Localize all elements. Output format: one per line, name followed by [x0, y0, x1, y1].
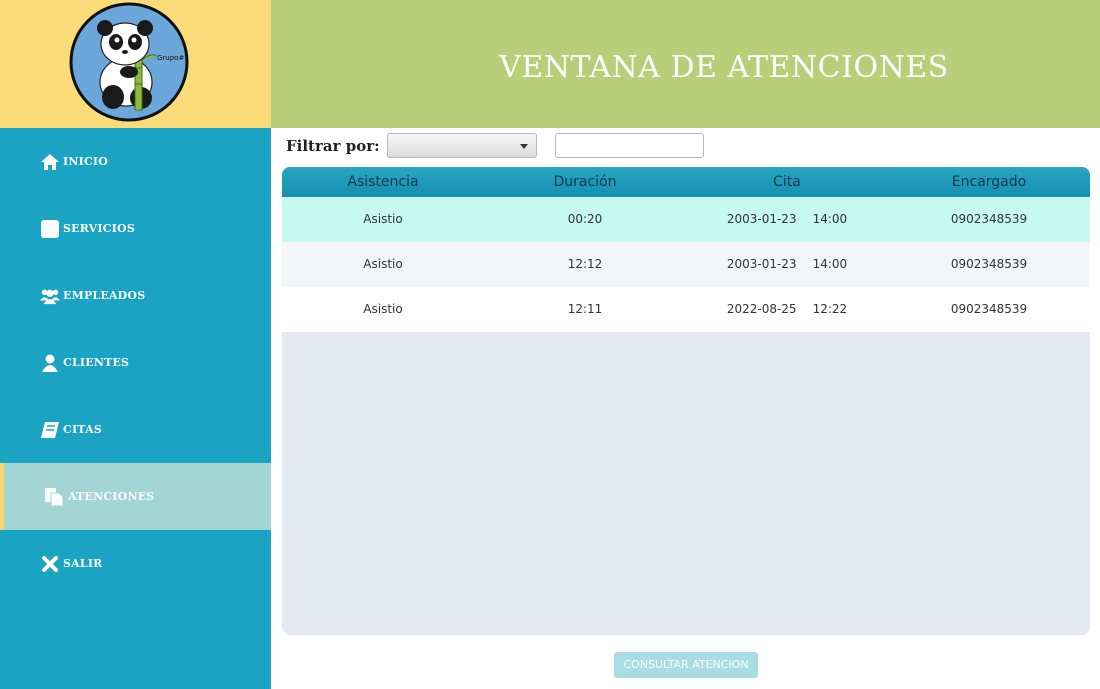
- panda-logo: Grupo#1: [69, 2, 189, 122]
- sidebar-item-label: EMPLEADOS: [63, 289, 146, 302]
- sidebar-item-label: CITAS: [63, 423, 102, 436]
- filter-label: Filtrar por:: [286, 137, 380, 155]
- cell-duracion: 12:12: [567, 257, 603, 271]
- cell-asistencia: Asistio: [363, 302, 403, 316]
- cita-fecha: 2003-01-23: [726, 212, 797, 226]
- sidebar-item-servicios[interactable]: SERVICIOS: [0, 195, 271, 262]
- filter-input[interactable]: [555, 133, 704, 158]
- atenciones-table: Asistencia Duración Cita Encargado Asist…: [282, 167, 1090, 635]
- page-title: VENTANA DE ATENCIONES: [499, 50, 949, 85]
- cita-hora: 12:22: [812, 302, 848, 316]
- user-icon: [40, 353, 60, 373]
- sidebar-item-label: INICIO: [63, 155, 109, 168]
- users-icon: [40, 286, 60, 306]
- consultar-atencion-button[interactable]: CONSULTAR ATENCION: [614, 652, 758, 678]
- sidebar-item-inicio[interactable]: INICIO: [0, 128, 271, 195]
- table-header: Asistencia Duración Cita Encargado: [282, 167, 1090, 197]
- sidebar-item-label: CLIENTES: [63, 356, 130, 369]
- column-header[interactable]: Cita: [686, 167, 888, 197]
- cell-duracion: 12:11: [567, 302, 603, 316]
- cell-asistencia: Asistio: [363, 212, 403, 226]
- cell-asistencia: Asistio: [363, 257, 403, 271]
- column-header[interactable]: Encargado: [888, 167, 1090, 197]
- table-row[interactable]: Asistio 12:11 2022-08-25 12:22 0902348539: [282, 287, 1090, 332]
- home-icon: [40, 152, 60, 172]
- column-header[interactable]: Duración: [484, 167, 686, 197]
- close-icon: [40, 554, 60, 574]
- table-row[interactable]: Asistio 12:12 2003-01-23 14:00 0902348539: [282, 242, 1090, 287]
- square-icon: [40, 219, 60, 239]
- cell-cita: 2003-01-23 14:00: [686, 242, 888, 287]
- logo-panel: Grupo#1: [0, 0, 271, 128]
- cita-fecha: 2022-08-25: [726, 302, 797, 316]
- chevron-down-icon: [520, 144, 528, 149]
- column-header[interactable]: Asistencia: [282, 167, 484, 197]
- filter-select[interactable]: [387, 133, 537, 158]
- cell-cita: 2003-01-23 14:00: [686, 197, 888, 242]
- cell-duracion: 00:20: [567, 212, 603, 226]
- cell-encargado: 0902348539: [950, 212, 1028, 226]
- sidebar-item-citas[interactable]: CITAS: [0, 396, 271, 463]
- table-row[interactable]: Asistio 00:20 2003-01-23 14:00 0902348539: [282, 197, 1090, 242]
- sidebar: INICIO SERVICIOS EMPLEADOS CLIENTES CITA…: [0, 128, 271, 689]
- cita-fecha: 2003-01-23: [726, 257, 797, 271]
- sidebar-item-atenciones[interactable]: ATENCIONES: [0, 463, 271, 530]
- cita-hora: 14:00: [812, 257, 848, 271]
- sidebar-item-label: ATENCIONES: [68, 490, 155, 503]
- sidebar-item-label: SALIR: [63, 557, 103, 570]
- header-banner: VENTANA DE ATENCIONES: [271, 0, 1100, 128]
- cita-hora: 14:00: [812, 212, 848, 226]
- sidebar-item-empleados[interactable]: EMPLEADOS: [0, 262, 271, 329]
- cell-encargado: 0902348539: [950, 302, 1028, 316]
- book-icon: [40, 420, 60, 440]
- sidebar-item-salir[interactable]: SALIR: [0, 530, 271, 597]
- sidebar-item-clientes[interactable]: CLIENTES: [0, 329, 271, 396]
- files-icon: [44, 487, 64, 507]
- sidebar-item-label: SERVICIOS: [63, 222, 135, 235]
- cell-cita: 2022-08-25 12:22: [686, 287, 888, 332]
- cell-encargado: 0902348539: [950, 257, 1028, 271]
- logo-text: Grupo#1: [157, 54, 189, 62]
